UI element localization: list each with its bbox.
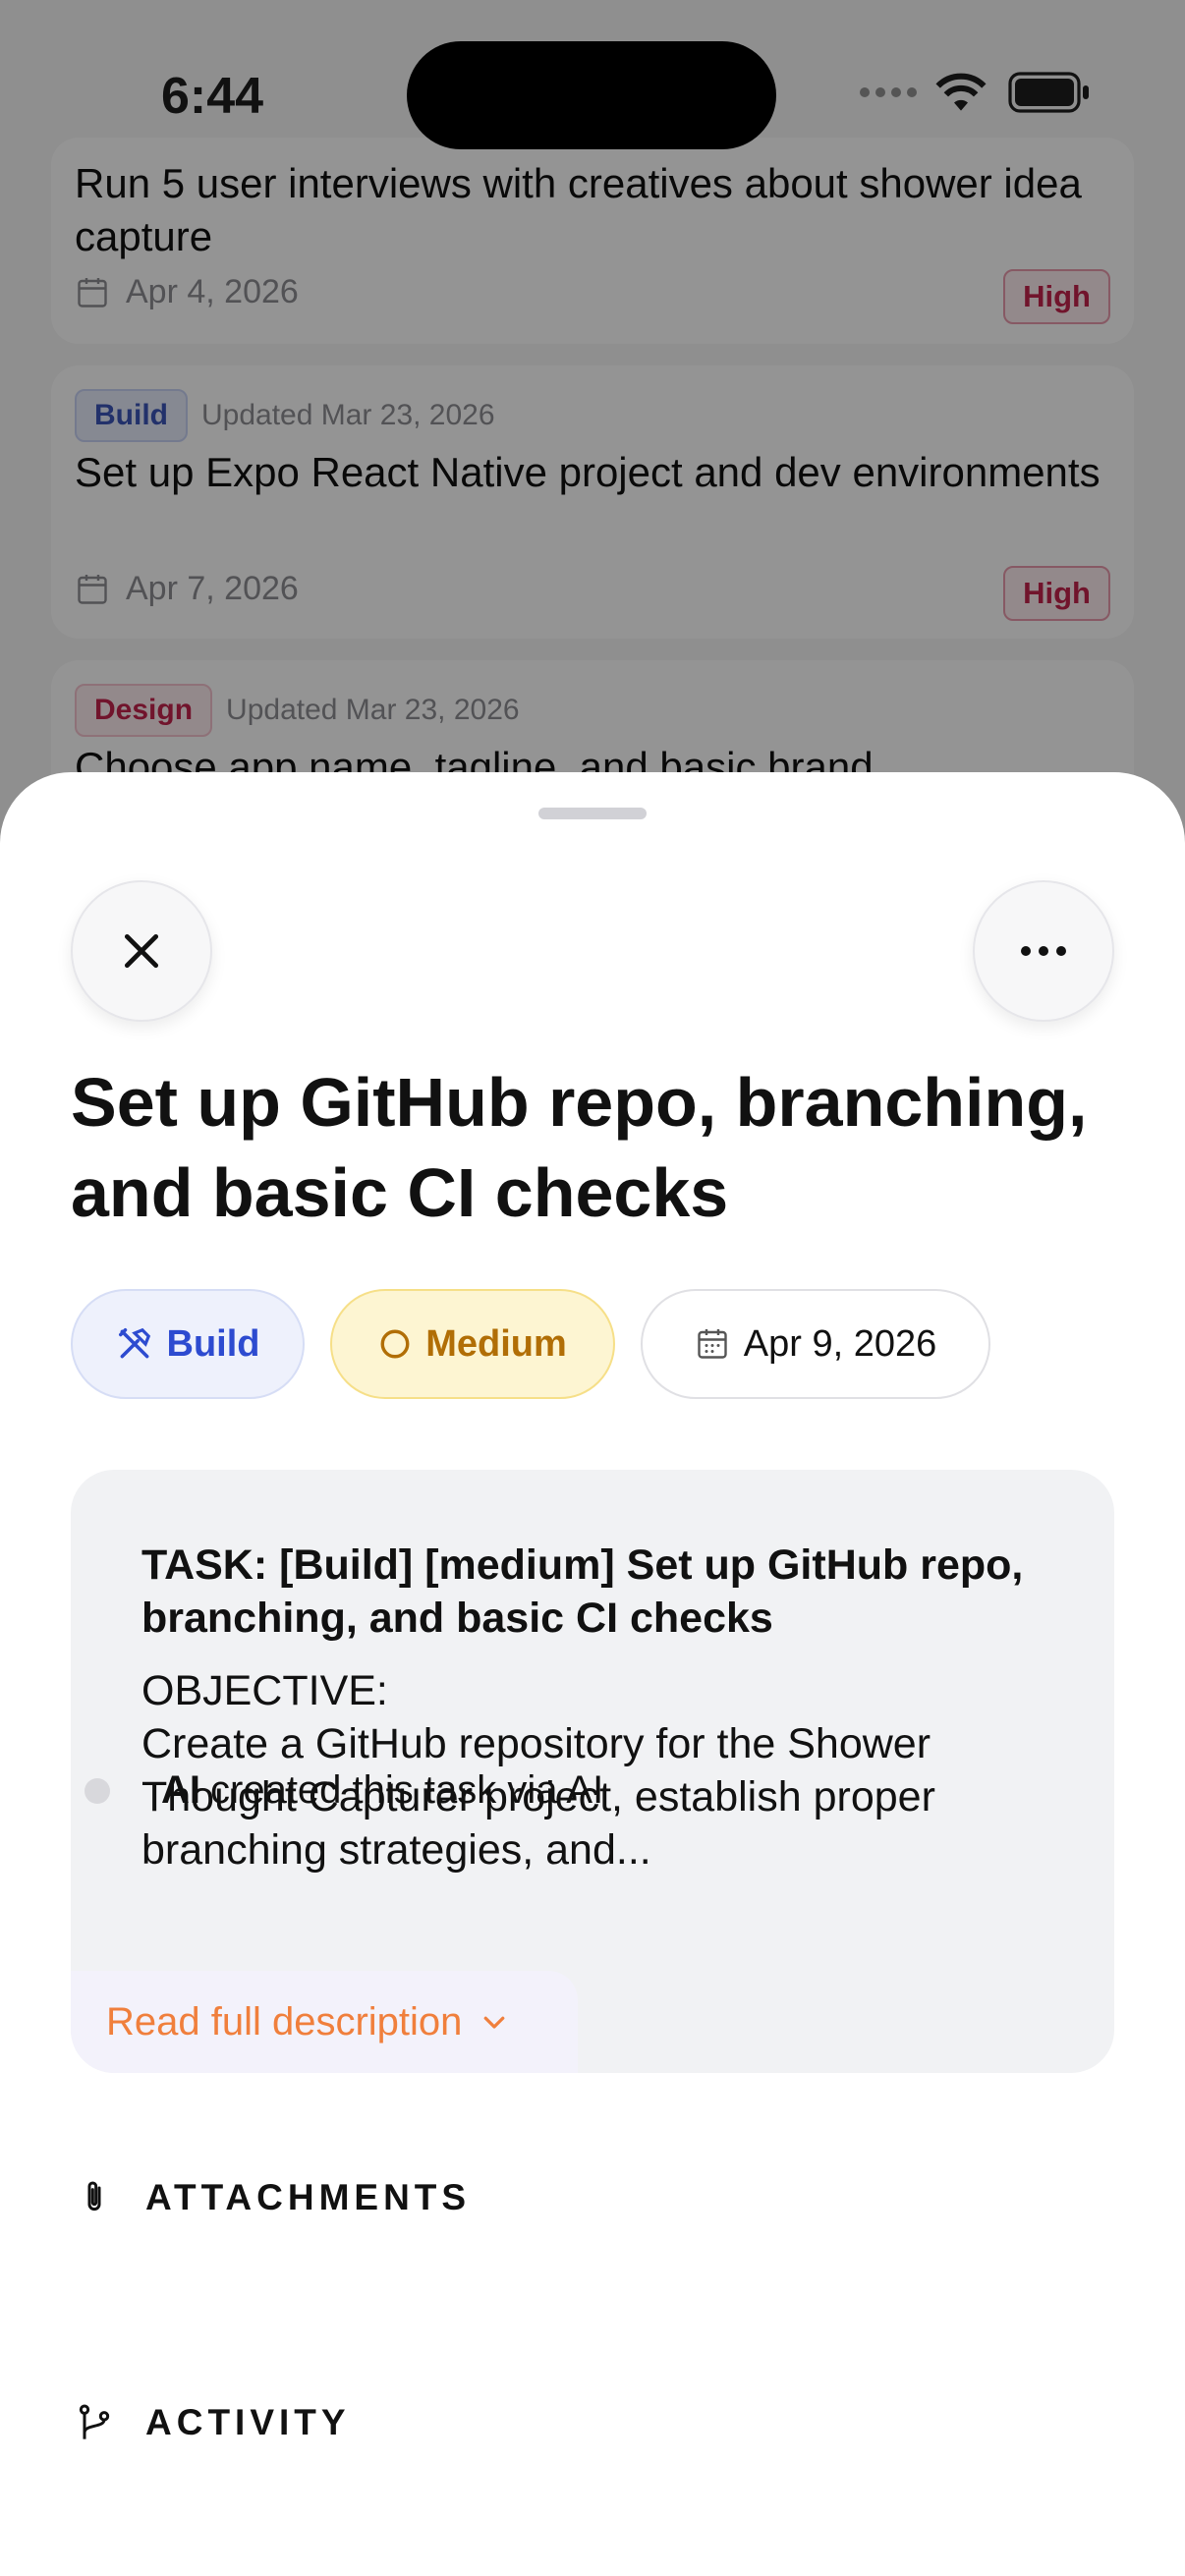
task-chips: Build Medium Apr 9, 2026 <box>71 1289 1016 1399</box>
branch-icon <box>79 2404 110 2439</box>
calendar-icon <box>698 1329 727 1359</box>
battery-icon <box>1008 72 1089 113</box>
task-title: Set up GitHub repo, branching, and basic… <box>71 1064 1088 1231</box>
status-time: 6:44 <box>161 68 264 125</box>
task-detail-sheet: Set up GitHub repo, branching, and basic… <box>0 772 1185 2576</box>
wifi-icon <box>935 73 987 111</box>
read-full-description-button[interactable]: Read full description <box>71 1971 578 2073</box>
status-icons <box>857 71 1091 114</box>
close-icon <box>124 933 159 969</box>
priority-chip[interactable]: Medium <box>330 1289 615 1399</box>
activity-header: ACTIVITY <box>75 2401 351 2444</box>
tools-icon <box>118 1327 150 1359</box>
circle-icon <box>380 1329 410 1359</box>
dynamic-island <box>407 41 776 149</box>
due-date-chip[interactable]: Apr 9, 2026 <box>641 1289 990 1399</box>
chevron-down-icon <box>484 2016 505 2029</box>
signal-icon <box>860 87 917 97</box>
attachments-header: ATTACHMENTS <box>75 2177 471 2218</box>
category-chip[interactable]: Build <box>71 1289 305 1399</box>
more-options-button[interactable] <box>973 880 1114 1022</box>
ellipsis-icon <box>1021 946 1066 956</box>
close-button[interactable] <box>71 880 212 1022</box>
sheet-grabber[interactable] <box>538 808 647 819</box>
paperclip-icon <box>87 2181 101 2212</box>
activity-actor: AI <box>161 1768 200 1812</box>
activity-item: AI created this task via AI <box>85 1768 603 1813</box>
activity-text: created this task via AI <box>210 1768 604 1812</box>
activity-dot <box>85 1777 110 1804</box>
description-heading: TASK: [Build] [medium] Set up GitHub rep… <box>141 1541 1024 1642</box>
